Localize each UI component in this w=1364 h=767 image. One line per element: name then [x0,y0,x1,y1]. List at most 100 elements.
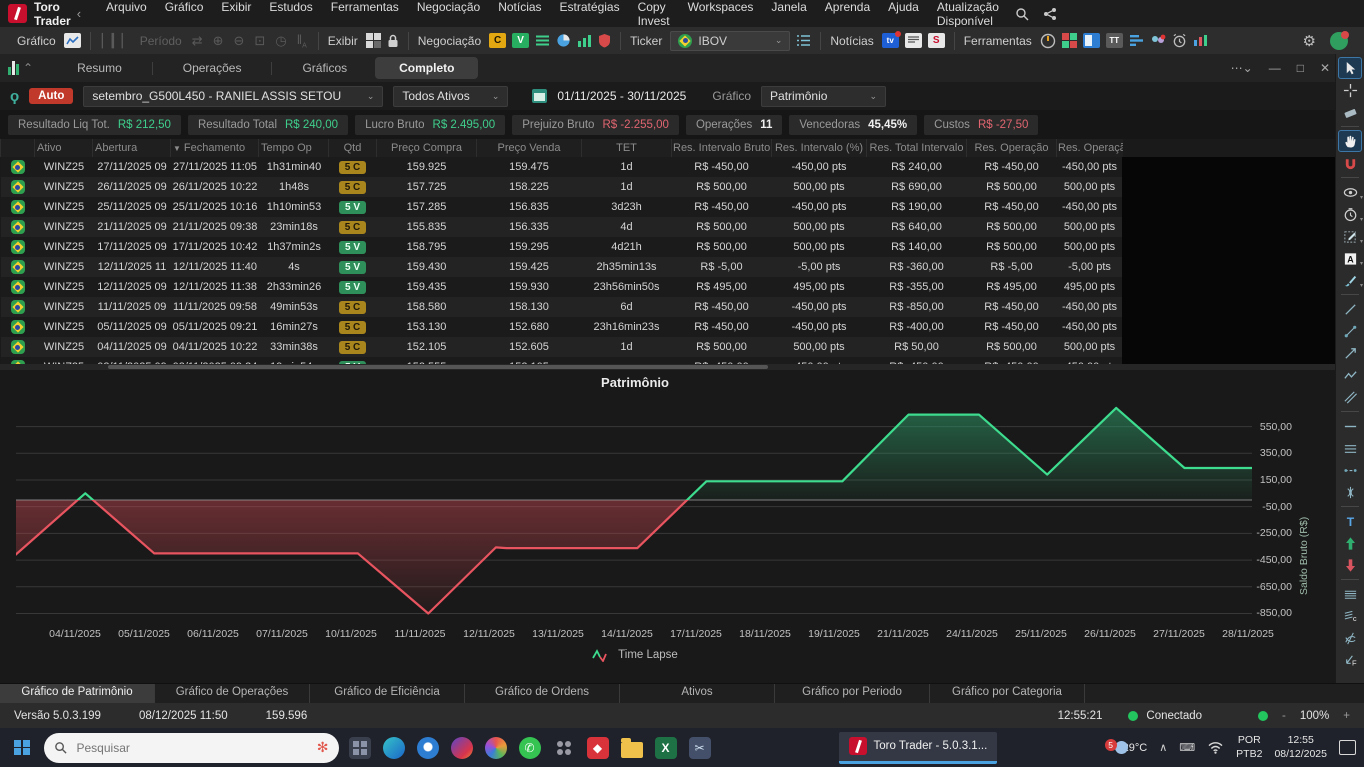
table-row[interactable]: WINZ25 04/11/2025 09 04/11/2025 10:22 33min… [0,337,1123,357]
avatar[interactable] [1330,30,1349,50]
menu-item-ajuda[interactable]: Ajuda [879,0,928,28]
bottom-tab-grafico-de-eficiencia[interactable]: Gráfico de Eficiência [310,684,465,703]
analytics-tool-icon[interactable] [1193,34,1208,47]
taskbar-app-excel-icon[interactable]: X [653,735,679,761]
chart-type-select[interactable]: Patrimônio ⌄ [761,85,887,107]
select-cursor-icon[interactable] [1338,57,1362,79]
bottom-tab-grafico-de-patrimonio[interactable]: Gráfico de Patrimônio [0,684,155,703]
text-label-icon[interactable]: A ▾ [1338,247,1363,269]
taskbar-app-chrome-icon[interactable] [415,735,441,761]
lines-stack-icon[interactable] [1338,583,1362,605]
taskbar-app-edge-icon[interactable] [381,735,407,761]
segment-icon[interactable] [1338,320,1362,342]
timer-tool-icon[interactable] [1040,33,1056,49]
start-button[interactable] [14,739,30,756]
menu-item-negociacao[interactable]: Negociação [408,0,489,28]
strategy-select[interactable]: setembro_G500L450 - RANIEL ASSIS SETOU ⌄ [83,85,384,107]
s-news-icon[interactable]: S [927,33,945,48]
table-row[interactable]: WINZ25 21/11/2025 09 21/11/2025 09:38 23min… [0,217,1123,237]
taskbar-app-paws-icon[interactable] [551,735,577,761]
clock-indicator[interactable]: 12:55 08/12/2025 [1274,734,1327,760]
ticker-select[interactable]: IBOV ⌄ [670,30,791,51]
column-header-preco-compra[interactable]: Preço Compra [376,139,477,157]
assets-filter-select[interactable]: Todos Ativos ⌄ [393,85,509,107]
pan-hand-icon[interactable] [1338,130,1362,152]
panel-close-icon[interactable]: ✕ [1320,61,1330,75]
menu-item-noticias[interactable]: Notícias [489,0,550,28]
brush-icon[interactable]: ▾ [1338,269,1363,291]
column-header-tempo-op[interactable]: Tempo Op [258,139,329,157]
pan-mode-icon[interactable]: ⇄ [192,33,203,49]
lock-icon[interactable] [387,34,399,48]
table-row[interactable]: WINZ25 11/11/2025 09 11/11/2025 09:58 49min… [0,297,1123,317]
chart-legend[interactable]: Time Lapse [0,648,1270,662]
bottom-tab-grafico-por-categoria[interactable]: Gráfico por Categoria [930,684,1085,703]
arrow-line-icon[interactable] [1338,342,1362,364]
newspaper-icon[interactable] [904,33,922,48]
collapse-panel-icon[interactable]: ⌃ [23,61,33,75]
crosshair-icon[interactable] [1338,79,1362,101]
column-header-flag[interactable] [0,139,35,157]
arrow-up-marker-icon[interactable] [1338,532,1362,554]
taskbar-app-firefox-icon[interactable] [449,735,475,761]
column-header-preco-venda[interactable]: Preço Venda [476,139,582,157]
language-indicator[interactable]: POR PTB2 [1236,734,1262,760]
menu-item-ferramentas[interactable]: Ferramentas [322,0,408,28]
compra-icon[interactable]: C [489,33,507,48]
menu-item-aprenda[interactable]: Aprenda [816,0,879,28]
f-arrow-icon[interactable]: F [1338,649,1362,671]
tab-completo[interactable]: Completo [375,57,479,79]
taskbar-app-task-view-icon[interactable] [347,735,373,761]
table-row[interactable]: WINZ25 17/11/2025 09 17/11/2025 10:42 1h37m… [0,237,1123,257]
menu-item-estudos[interactable]: Estudos [260,0,321,28]
zoom-decrease[interactable]: - [1282,710,1286,722]
column-header-fechamento[interactable]: ▼ Fechamento [170,139,259,157]
panel-tool-icon[interactable] [1082,33,1100,48]
taskbar-app-folder-icon[interactable] [619,735,645,761]
search-icon[interactable] [1015,7,1029,21]
date-range[interactable]: 01/11/2025 - 30/11/2025 [557,89,686,103]
more-options-icon[interactable]: ⋯⌄ [1231,61,1253,75]
column-header-res-intervalo-bruto[interactable]: Res. Intervalo Bruto [671,139,772,157]
people-tool-icon[interactable] [1150,34,1166,48]
eraser-icon[interactable] [1338,101,1362,123]
column-header-tet[interactable]: TET [581,139,672,157]
scrollbar-thumb[interactable] [108,365,768,369]
menu-item-copy-invest[interactable]: Copy Invest [629,0,679,28]
table-row[interactable]: WINZ25 05/11/2025 09 05/11/2025 09:21 16min… [0,317,1123,337]
horizontal-line-icon[interactable] [1338,415,1362,437]
bottom-tab-grafico-de-ordens[interactable]: Gráfico de Ordens [465,684,620,703]
arrow-down-marker-icon[interactable] [1338,554,1362,576]
menu-item-atualizacao-disponivel[interactable]: Atualização Disponível [928,0,1008,28]
trend-line-icon[interactable] [1338,298,1362,320]
taskbar-app-whatsapp-icon[interactable]: ✆ [517,735,543,761]
calendar-icon[interactable] [532,89,548,103]
visibility-icon[interactable]: ▾ [1338,181,1363,203]
table-row[interactable]: WINZ25 26/11/2025 09 26/11/2025 10:22 1h48s… [0,177,1123,197]
ranking-tool-icon[interactable] [1129,34,1144,47]
column-header-ativo[interactable]: Ativo [34,139,93,157]
dashed-segment-icon[interactable] [1338,459,1362,481]
tray-expand-icon[interactable]: ∧ [1159,741,1167,754]
bottom-tab-ativos[interactable]: Ativos [620,684,775,703]
action-center-icon[interactable] [1339,740,1356,755]
time-tool-icon[interactable]: ▾ [1338,203,1363,225]
bars-chart-icon[interactable] [577,34,592,47]
pie-chart-icon[interactable] [556,33,571,48]
layout-grid-icon[interactable] [365,33,381,48]
column-header-res-intervalo-[interactable]: Res. Intervalo (%) [771,139,867,157]
text-tool-icon[interactable]: T [1338,510,1362,532]
taskbar-app-snipping-icon[interactable]: ✂ [687,735,713,761]
tv-news-icon[interactable]: tv [881,31,901,48]
menu-item-grafico[interactable]: Gráfico [156,0,213,28]
chart-type-icon[interactable] [63,33,81,48]
taskbar-app-sphere-icon[interactable] [483,735,509,761]
order-list-icon[interactable] [535,34,550,47]
bottom-tab-grafico-por-periodo[interactable]: Gráfico por Periodo [775,684,930,703]
menu-item-exibir[interactable]: Exibir [212,0,260,28]
tab-graficos[interactable]: Gráficos [278,57,371,79]
alarm-tool-icon[interactable] [1172,33,1187,48]
table-row[interactable]: WINZ25 12/11/2025 09 12/11/2025 11:38 2h33m… [0,277,1123,297]
tt-tool-icon[interactable]: TT [1105,33,1123,48]
menu-item-estrategias[interactable]: Estratégias [551,0,629,28]
